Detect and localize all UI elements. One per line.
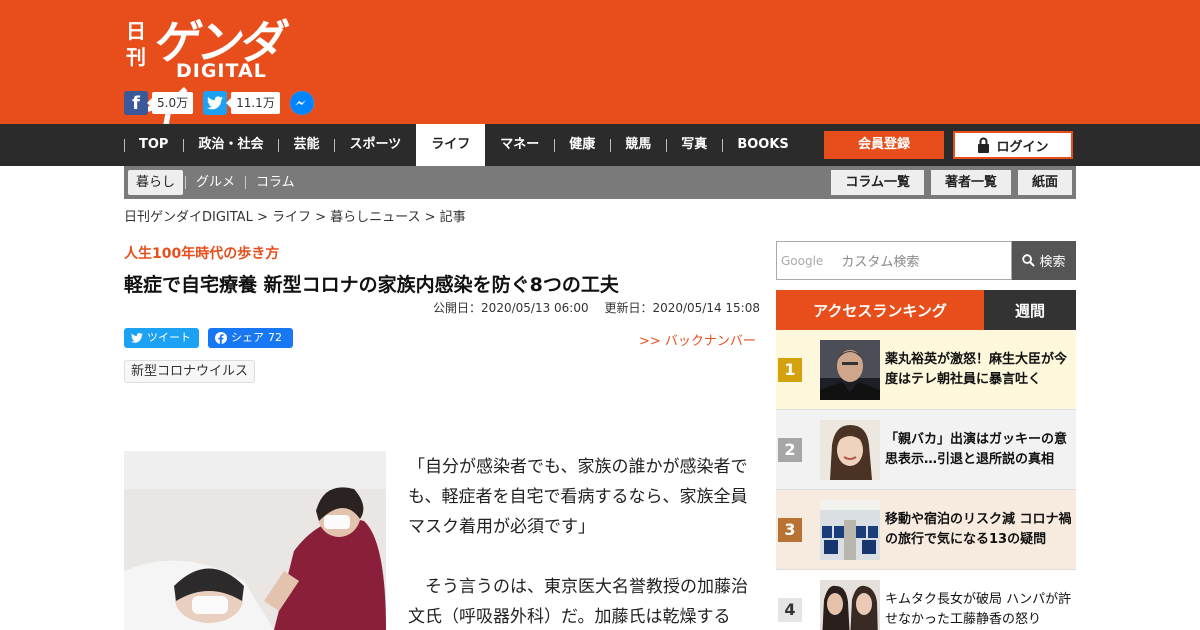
search-button-label: 検索 <box>1039 255 1066 270</box>
site-header: 日刊 ゲンダイ DIGITAL f 5.0万 11.1万 <box>0 0 1200 135</box>
nav-item-entertainment[interactable]: 芸能 <box>278 124 334 166</box>
lock-icon <box>978 137 990 153</box>
facebook-icon[interactable]: f <box>124 91 148 115</box>
twitter-icon <box>131 333 143 343</box>
nav-item-politics[interactable]: 政治・社会 <box>183 124 278 166</box>
main-nav: TOP 政治・社会 芸能 スポーツ ライフ マネー 健康 競馬 写真 BOOKS… <box>0 124 1200 166</box>
topic-tag[interactable]: 新型コロナウイルス <box>124 360 256 383</box>
divider <box>185 176 187 189</box>
nav-item-keiba[interactable]: 競馬 <box>610 124 666 166</box>
ranking-thumbnail <box>820 419 880 480</box>
ranking-title: キムタク長女が破局 ハンパが許せなかった工藤静香の怒り <box>885 591 1072 627</box>
search-input[interactable]: Google カスタム検索 <box>776 241 1012 280</box>
article-paragraph: 「自分が感染者でも、家族の誰かが感染者でも、軽症者を自宅で看病するなら、家族全員… <box>408 457 748 537</box>
article-photo <box>124 451 386 630</box>
rank-number: 2 <box>778 437 802 462</box>
sub-nav-categories: 暮らし グルメ コラム <box>128 170 303 195</box>
share-count: 72 <box>268 331 282 344</box>
twitter-count: 11.1万 <box>226 92 280 114</box>
facebook-count: 5.0万 <box>146 92 194 114</box>
login-label: ログイン <box>996 139 1049 155</box>
article-title: 軽症で自宅療養 新型コロナの家族内感染を防ぐ8つの工夫 <box>124 274 619 296</box>
search-icon <box>1022 254 1036 267</box>
sub-item-column[interactable]: コラム <box>248 170 303 195</box>
search-placeholder: カスタム検索 <box>841 255 920 270</box>
nav-item-photo[interactable]: 写真 <box>666 124 722 166</box>
ranking-item[interactable]: 1 薬丸裕英が激怒！麻生大臣が今度はテレ朝社員に暴言吐く <box>776 330 1076 410</box>
sub-nav: 暮らし グルメ コラム コラム一覧 著者一覧 紙面 <box>124 166 1076 199</box>
published-date: 公開日：2020/05/13 06:00 <box>433 301 589 315</box>
rank-number: 4 <box>778 597 802 622</box>
twitter-icon[interactable] <box>203 91 228 115</box>
logo-sub: DIGITAL <box>176 60 267 82</box>
login-button[interactable]: ログイン <box>953 131 1073 159</box>
search-button[interactable]: 検索 <box>1012 241 1076 280</box>
column-list-button[interactable]: コラム一覧 <box>831 170 924 195</box>
updated-date: 更新日：2020/05/14 15:08 <box>604 301 760 315</box>
ranking-list: 1 薬丸裕英が激怒！麻生大臣が今度はテレ朝社員に暴言吐く 2 「親バカ」出演はガ… <box>776 330 1076 630</box>
article-paragraph: そう言うのは、東京医大名誉教授の加藤治文氏（呼吸器外科）だ。加藤氏は乾燥する <box>408 577 748 627</box>
tab-access-ranking[interactable]: アクセスランキング <box>776 290 984 330</box>
nav-item-sports[interactable]: スポーツ <box>334 124 416 166</box>
share-label: シェア <box>231 331 264 344</box>
site-search: Google カスタム検索 検索 <box>776 241 1076 280</box>
nav-item-life[interactable]: ライフ <box>416 124 486 166</box>
breadcrumb[interactable]: 日刊ゲンダイDIGITAL > ライフ > 暮らしニュース > 記事 <box>124 206 466 225</box>
messenger-icon[interactable] <box>289 91 314 115</box>
ranking-item[interactable]: 4 キムタク長女が破局 ハンパが許せなかった工藤静香の怒り <box>776 570 1076 630</box>
ranking-title: 「親バカ」出演はガッキーの意思表示…引退と退所説の真相 <box>885 431 1068 467</box>
site-logo[interactable]: 日刊 ゲンダイ DIGITAL <box>124 8 314 135</box>
sub-nav-buttons: コラム一覧 著者一覧 紙面 <box>831 170 1072 195</box>
article-body: 「自分が感染者でも、家族の誰かが感染者でも、軽症者を自宅で看病するなら、家族全員… <box>408 452 760 630</box>
tweet-button[interactable]: ツイート <box>124 328 199 348</box>
author-list-button[interactable]: 著者一覧 <box>930 170 1011 195</box>
rank-number: 1 <box>778 357 802 382</box>
backnumber-link[interactable]: >> バックナンバー <box>639 330 756 349</box>
ranking-tabs: アクセスランキング 週間 <box>776 290 1076 330</box>
tab-weekly[interactable]: 週間 <box>984 290 1076 330</box>
logo-nikkan: 日刊 <box>126 19 146 69</box>
nav-items: TOP 政治・社会 芸能 スポーツ ライフ マネー 健康 競馬 写真 BOOKS <box>124 124 804 166</box>
register-button[interactable]: 会員登録 <box>824 131 944 159</box>
share-buttons: ツイート シェア 72 <box>124 328 293 348</box>
rank-number: 3 <box>778 517 802 542</box>
facebook-icon <box>215 332 227 344</box>
article-dates: 公開日：2020/05/13 06:00 更新日：2020/05/14 15:0… <box>433 299 760 316</box>
ranking-item[interactable]: 2 「親バカ」出演はガッキーの意思表示…引退と退所説の真相 <box>776 410 1076 490</box>
series-kicker[interactable]: 人生100年時代の歩き方 <box>124 243 279 263</box>
tweet-label: ツイート <box>147 331 191 344</box>
facebook-share-button[interactable]: シェア 72 <box>208 328 293 348</box>
paper-button[interactable]: 紙面 <box>1017 170 1072 195</box>
ranking-title: 移動や宿泊のリスク減 コロナ禍の旅行で気になる13の疑問 <box>885 511 1072 547</box>
divider <box>245 176 247 189</box>
google-logo: Google <box>781 253 824 268</box>
sub-item-kurashi[interactable]: 暮らし <box>128 170 184 195</box>
sub-item-gourmet[interactable]: グルメ <box>188 170 243 195</box>
ranking-thumbnail <box>820 339 880 400</box>
ranking-thumbnail <box>820 499 880 560</box>
ranking-thumbnail <box>820 579 880 630</box>
nav-item-books[interactable]: BOOKS <box>722 124 803 166</box>
social-counts: f 5.0万 11.1万 <box>124 90 314 116</box>
nav-item-health[interactable]: 健康 <box>554 124 610 166</box>
ranking-item[interactable]: 3 移動や宿泊のリスク減 コロナ禍の旅行で気になる13の疑問 <box>776 490 1076 570</box>
nav-item-money[interactable]: マネー <box>485 124 554 166</box>
ranking-title: 薬丸裕英が激怒！麻生大臣が今度はテレ朝社員に暴言吐く <box>885 351 1068 387</box>
nav-item-top[interactable]: TOP <box>124 124 183 166</box>
